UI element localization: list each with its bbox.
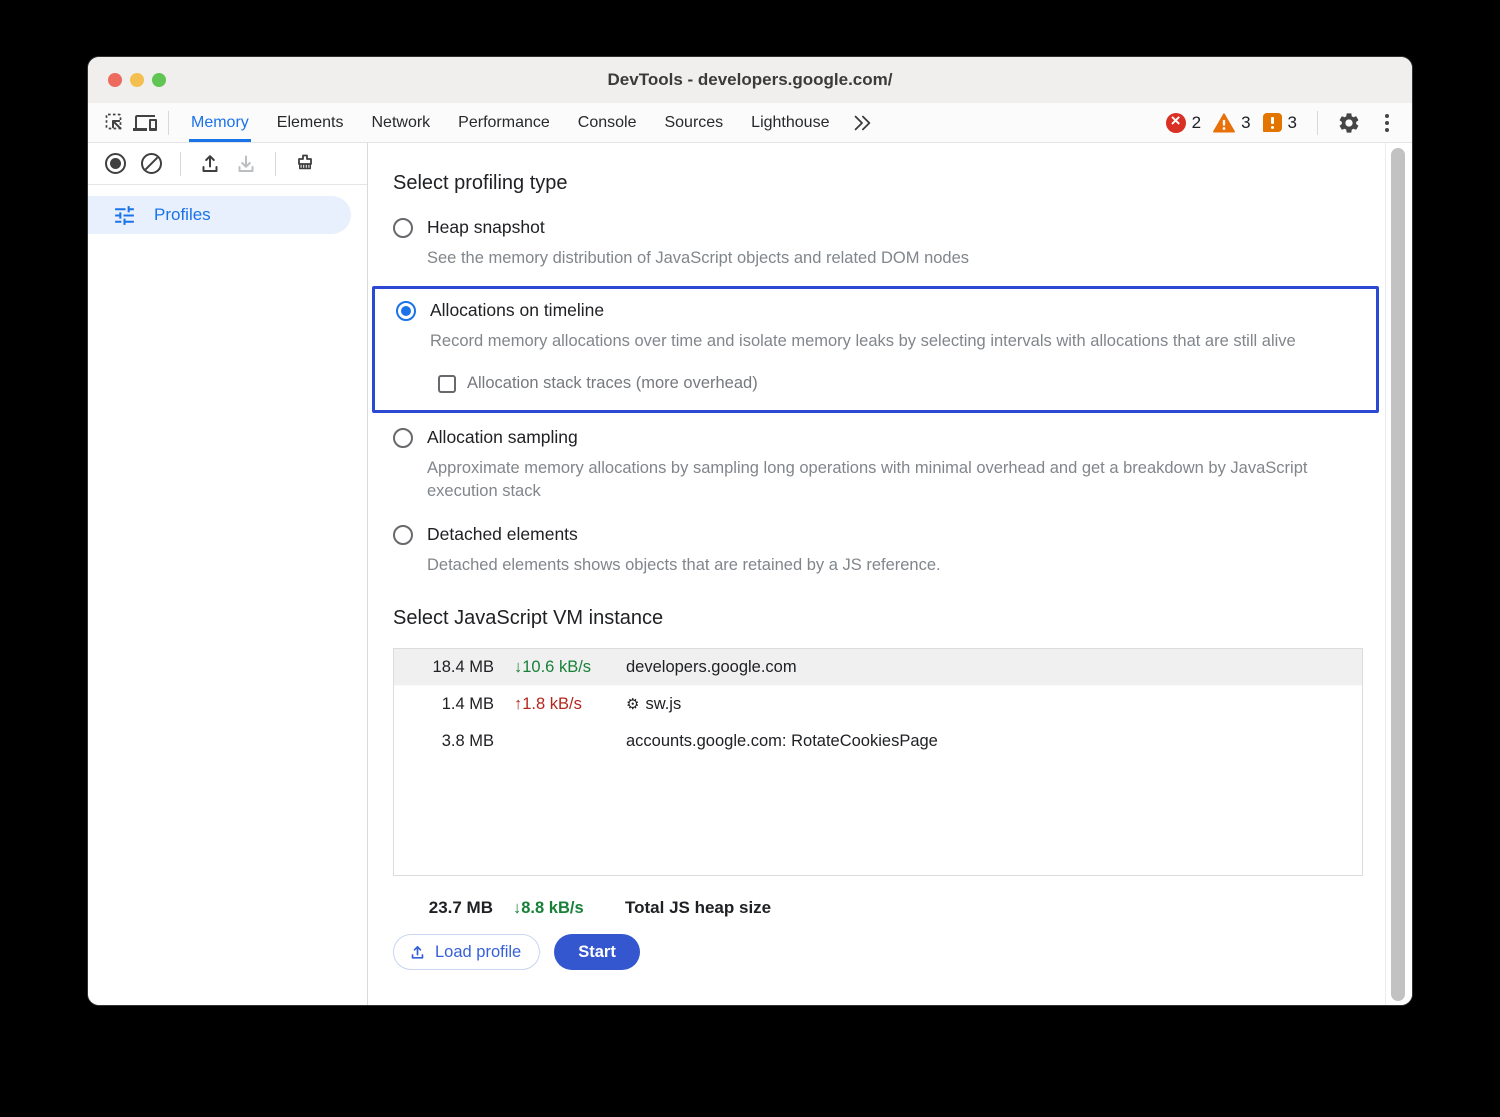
- radio-detached-elements[interactable]: [393, 525, 413, 545]
- heap-rate: ↓10.6 kB/s: [514, 658, 606, 677]
- settings-gear-icon[interactable]: [1334, 108, 1364, 138]
- heap-rate: ↑1.8 kB/s: [514, 695, 606, 714]
- memory-sidebar: Profiles: [88, 143, 368, 1005]
- option-label[interactable]: Heap snapshot: [427, 217, 545, 238]
- error-icon: [1166, 113, 1186, 133]
- tab-memory[interactable]: Memory: [177, 103, 263, 142]
- radio-allocation-sampling[interactable]: [393, 428, 413, 448]
- load-profile-label: Load profile: [435, 943, 521, 962]
- memory-main-panel: Select profiling type Heap snapshot See …: [368, 143, 1412, 1005]
- tab-console[interactable]: Console: [564, 103, 651, 142]
- start-button[interactable]: Start: [554, 934, 640, 970]
- load-profile-button[interactable]: Load profile: [393, 934, 540, 970]
- error-count-badge[interactable]: 2: [1166, 113, 1201, 133]
- divider: [168, 111, 169, 135]
- scrollbar-thumb[interactable]: [1391, 148, 1405, 1001]
- vm-name: sw.js: [645, 695, 681, 714]
- warning-icon: [1213, 113, 1235, 133]
- checkbox-allocation-stack-traces[interactable]: [438, 375, 456, 393]
- service-worker-gear-icon: [626, 695, 639, 714]
- tab-network[interactable]: Network: [357, 103, 444, 142]
- load-profile-icon[interactable]: [195, 149, 225, 179]
- issues-count-badge[interactable]: 3: [1263, 113, 1297, 133]
- option-description: Record memory allocations over time and …: [430, 330, 1356, 353]
- devtools-window: DevTools - developers.google.com/ Memory…: [88, 57, 1412, 1005]
- divider: [1317, 111, 1318, 135]
- sidebar-item-label: Profiles: [154, 205, 211, 225]
- option-description: Approximate memory allocations by sampli…: [427, 457, 1372, 503]
- issues-icon: [1263, 113, 1282, 132]
- profiles-toolbar: [88, 143, 367, 185]
- option-heap-snapshot: Heap snapshot See the memory distributio…: [393, 217, 1372, 270]
- more-tabs-icon[interactable]: [847, 108, 877, 138]
- vm-instance-row[interactable]: 1.4 MB ↑1.8 kB/s sw.js: [394, 686, 1362, 723]
- vm-name: developers.google.com: [626, 658, 797, 677]
- vm-instance-table: 18.4 MB ↓10.6 kB/s developers.google.com…: [393, 648, 1363, 876]
- total-heap-size: 23.7 MB: [393, 898, 493, 918]
- allocations-timeline-highlight-box: Allocations on timeline Record memory al…: [372, 286, 1379, 413]
- option-description: See the memory distribution of JavaScrip…: [427, 247, 1372, 270]
- total-heap-rate: ↓8.8 kB/s: [513, 899, 605, 918]
- device-toolbar-icon[interactable]: [130, 108, 160, 138]
- panel-tabs: Memory Elements Network Performance Cons…: [177, 103, 843, 142]
- option-label[interactable]: Detached elements: [427, 524, 578, 545]
- save-profile-icon[interactable]: [231, 149, 261, 179]
- checkbox-label[interactable]: Allocation stack traces (more overhead): [467, 374, 758, 393]
- tab-performance[interactable]: Performance: [444, 103, 564, 142]
- inspect-element-icon[interactable]: [100, 108, 130, 138]
- vm-instance-row[interactable]: 3.8 MB accounts.google.com: RotateCookie…: [394, 723, 1362, 760]
- kebab-menu-icon[interactable]: [1372, 108, 1402, 138]
- total-heap-label: Total JS heap size: [625, 898, 1372, 918]
- record-icon[interactable]: [100, 149, 130, 179]
- divider: [275, 152, 276, 176]
- heap-size: 3.8 MB: [394, 732, 494, 751]
- option-label[interactable]: Allocation sampling: [427, 427, 578, 448]
- vm-instance-row[interactable]: 18.4 MB ↓10.6 kB/s developers.google.com: [394, 649, 1362, 686]
- vm-instance-heading: Select JavaScript VM instance: [393, 607, 1372, 630]
- radio-heap-snapshot[interactable]: [393, 218, 413, 238]
- upload-icon: [409, 944, 426, 961]
- clear-all-profiles-icon[interactable]: [136, 149, 166, 179]
- option-allocation-sampling: Allocation sampling Approximate memory a…: [393, 427, 1372, 503]
- vm-name: accounts.google.com: RotateCookiesPage: [626, 732, 938, 751]
- divider: [180, 152, 181, 176]
- window-title: DevTools - developers.google.com/: [88, 70, 1412, 90]
- total-heap-row: 23.7 MB ↓8.8 kB/s Total JS heap size: [393, 898, 1372, 918]
- tab-lighthouse[interactable]: Lighthouse: [737, 103, 843, 142]
- option-detached-elements: Detached elements Detached elements show…: [393, 524, 1372, 577]
- radio-allocations-on-timeline[interactable]: [396, 301, 416, 321]
- tab-sources[interactable]: Sources: [650, 103, 737, 142]
- sidebar-item-profiles[interactable]: Profiles: [88, 196, 351, 234]
- tab-elements[interactable]: Elements: [263, 103, 358, 142]
- heap-size: 1.4 MB: [394, 695, 494, 714]
- collect-garbage-icon[interactable]: [290, 149, 320, 179]
- scrollbar-track[interactable]: [1385, 143, 1412, 1005]
- option-description: Detached elements shows objects that are…: [427, 554, 1372, 577]
- tune-sliders-icon: [112, 203, 137, 228]
- heap-size: 18.4 MB: [394, 658, 494, 677]
- profiling-type-heading: Select profiling type: [393, 172, 1372, 195]
- devtools-tabbar: Memory Elements Network Performance Cons…: [88, 103, 1412, 143]
- titlebar: DevTools - developers.google.com/: [88, 57, 1412, 103]
- warning-count-badge[interactable]: 3: [1213, 113, 1250, 133]
- option-label[interactable]: Allocations on timeline: [430, 300, 604, 321]
